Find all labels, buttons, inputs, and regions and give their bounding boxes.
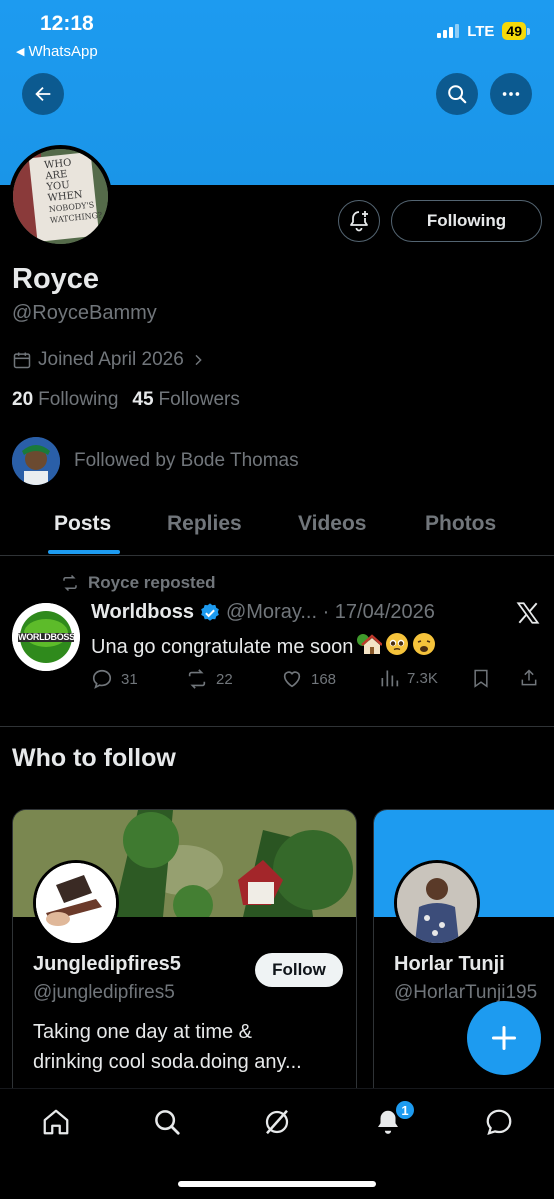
suggestion-name: Jungledipfires5 — [33, 953, 181, 975]
profile-avatar[interactable]: WHO ARE YOU WHEN NOBODY'S WATCHING? — [9, 145, 112, 248]
reply-icon — [92, 669, 112, 689]
plus-icon — [491, 1025, 517, 1051]
nav-grok[interactable] — [260, 1105, 294, 1139]
status-time: 12:18 — [40, 12, 94, 35]
share-icon — [521, 669, 537, 686]
verified-badge-icon — [201, 602, 219, 621]
tab-photos[interactable]: Photos — [425, 512, 496, 536]
back-triangle-icon: ◀ — [16, 46, 25, 58]
views-button[interactable]: 7.3K — [379, 668, 438, 688]
suggestion-handle: @HorlarTunji195 — [394, 982, 538, 1003]
house-emoji-icon — [356, 632, 384, 662]
suggestion-name: Horlar Tunji — [394, 953, 505, 975]
tab-posts[interactable]: Posts — [54, 512, 111, 536]
following-button[interactable]: Following — [391, 200, 542, 242]
repost-indicator: Royce reposted — [60, 573, 216, 593]
notifications-toggle-button[interactable] — [338, 200, 380, 242]
network-label: LTE — [467, 22, 495, 40]
search-icon — [155, 1110, 180, 1135]
followed-by-label: Followed by Bode Thomas — [74, 450, 299, 471]
share-button[interactable] — [519, 668, 539, 688]
x-logo-icon — [515, 600, 541, 631]
compose-post-button[interactable] — [467, 1001, 541, 1075]
more-horizontal-icon — [502, 92, 520, 96]
tab-videos[interactable]: Videos — [298, 512, 366, 536]
post-avatar-text: WORLDBOSS — [18, 632, 75, 642]
repost-button[interactable]: 22 — [186, 668, 233, 690]
post-author-name[interactable]: Worldboss — [91, 601, 194, 624]
nav-messages[interactable] — [482, 1105, 516, 1139]
notification-badge: 1 — [394, 1099, 416, 1121]
suggestion-avatar — [394, 860, 480, 946]
post-actions: 31 22 168 7.3K — [91, 668, 541, 694]
search-button[interactable] — [436, 73, 478, 115]
home-icon — [43, 1109, 69, 1135]
post-handle-date: @Moray... · 17/04/2026 — [225, 601, 435, 623]
repost-icon — [63, 574, 77, 592]
pleading-face-emoji-icon — [385, 632, 409, 662]
heart-icon — [283, 671, 301, 688]
messages-icon — [486, 1109, 512, 1135]
follow-suggestion-card[interactable]: Jungledipfires5 @jungledipfires5 Follow … — [12, 809, 357, 1109]
profile-handle: @RoyceBammy — [12, 302, 157, 324]
bookmark-button[interactable] — [471, 668, 491, 688]
active-tab-indicator — [48, 550, 120, 554]
battery-level: 49 — [502, 22, 526, 40]
following-count-link[interactable]: 20 Following — [12, 389, 118, 411]
like-button[interactable]: 168 — [281, 668, 336, 690]
tab-replies[interactable]: Replies — [167, 512, 242, 536]
back-to-app-link[interactable]: ◀ WhatsApp — [16, 43, 98, 60]
back-app-label: WhatsApp — [28, 43, 98, 60]
profile-name: Royce — [12, 263, 100, 295]
suggestion-handle: @jungledipfires5 — [33, 982, 175, 1003]
who-to-follow-title: Who to follow — [12, 744, 176, 772]
views-chart-icon — [381, 670, 399, 687]
suggestion-bio: Taking one day at time & drinking cool s… — [33, 1021, 302, 1073]
more-options-button[interactable] — [490, 73, 532, 115]
battery-icon: 49 — [502, 22, 530, 40]
signal-icon — [437, 24, 460, 38]
section-divider — [0, 726, 554, 727]
back-button[interactable] — [22, 73, 64, 115]
avatar-sign-text: WHO ARE YOU WHEN NOBODY'S WATCHING? — [43, 157, 103, 225]
nav-home[interactable] — [39, 1105, 73, 1139]
bell-plus-icon — [350, 211, 368, 232]
follower-avatar — [12, 437, 60, 485]
weary-face-emoji-icon — [412, 632, 436, 662]
calendar-icon — [13, 352, 31, 369]
suggestion-avatar — [33, 860, 119, 946]
grok-icon — [265, 1109, 289, 1135]
joined-date[interactable]: Joined April 2026 — [12, 349, 206, 371]
nav-search[interactable] — [150, 1105, 184, 1139]
follow-counts: 20 Following 45 Followers — [12, 389, 240, 411]
joined-label: Joined April 2026 — [38, 349, 184, 370]
bookmark-icon — [474, 669, 488, 688]
profile-tabs: Posts Replies Videos Photos — [0, 500, 554, 556]
post-header: Worldboss @Moray... · 17/04/2026 — [91, 601, 435, 624]
followers-count-link[interactable]: 45 Followers — [132, 389, 239, 411]
post-author-avatar[interactable]: WORLDBOSS — [12, 603, 80, 671]
home-indicator — [178, 1181, 376, 1187]
followed-by[interactable]: Followed by Bode Thomas — [12, 437, 299, 485]
post-text[interactable]: Una go congratulate me soon — [91, 632, 436, 662]
follow-button[interactable]: Follow — [255, 953, 343, 987]
chevron-right-icon — [195, 354, 202, 366]
search-icon — [448, 85, 467, 104]
status-indicators: LTE 49 — [437, 22, 530, 40]
reply-button[interactable]: 31 — [91, 668, 138, 690]
arrow-left-icon — [35, 86, 51, 102]
repost-icon — [188, 669, 206, 689]
